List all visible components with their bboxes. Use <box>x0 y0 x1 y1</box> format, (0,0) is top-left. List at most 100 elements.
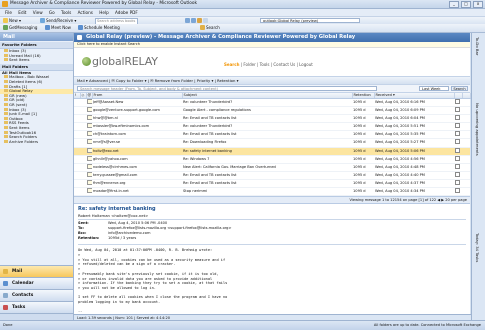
address-bar[interactable]: outlook:Global Relay (preview) <box>260 18 360 23</box>
table-row[interactable]: mosdar@first-in.net Stop nerimmi 1095 d Wed… <box>74 187 470 197</box>
minimize-button[interactable]: _ <box>449 1 459 8</box>
folder-icon[interactable] <box>197 18 202 23</box>
page-input[interactable]: 1 <box>420 198 422 202</box>
status-bar: Done All folders are up to date. Connect… <box>0 320 485 330</box>
table-row[interactable]: google@venture-support.google.com Google … <box>74 106 470 116</box>
checkbox-icon[interactable] <box>455 123 460 129</box>
checkbox-icon[interactable] <box>455 155 460 161</box>
cell-from: hhw@@bm.nl <box>92 114 182 124</box>
checkbox-icon[interactable] <box>455 107 460 113</box>
checkbox-icon[interactable] <box>455 163 460 169</box>
nav-button-mail[interactable]: Mail <box>0 265 73 277</box>
menu-actions[interactable]: Actions <box>78 9 93 16</box>
nav-buttons: Mail Calendar Contacts Tasks <box>0 265 73 321</box>
cell-from: nodeless@cirrhmes.com <box>92 163 182 172</box>
checkbox-icon[interactable] <box>455 179 460 185</box>
menu-help[interactable]: Help <box>99 9 109 16</box>
table-row[interactable]: nmr@s@ver.se Re: Downloading Firefox 1095 … <box>74 138 470 148</box>
table-row[interactable]: hhw@@bm.nl Re: Email and TB contacts list… <box>74 114 470 124</box>
table-row[interactable]: fhm@ennerve.org Re: Email and TB contacts… <box>74 179 470 189</box>
status-left: Done <box>3 323 13 327</box>
select-checkbox[interactable] <box>454 114 462 124</box>
cell-extra <box>462 155 470 164</box>
menu-edit[interactable]: Edit <box>18 9 26 16</box>
checkbox-icon[interactable] <box>455 147 460 153</box>
message-toolbar[interactable]: Mail ▾ Advanced | ✉ Copy to Folder ▾ | ✉… <box>74 76 470 85</box>
select-checkbox[interactable] <box>454 122 462 132</box>
table-row[interactable]: Jeff@Aasset.New Re: volunteer Thunderbird… <box>74 98 470 108</box>
getmessaging-button[interactable]: GetMessaging <box>3 25 37 31</box>
calendar-icon <box>3 281 8 286</box>
date-filter-select[interactable]: Last Week <box>419 86 449 91</box>
checkbox-icon[interactable] <box>455 115 460 121</box>
envelope-icon <box>86 155 92 164</box>
menu-view[interactable]: View <box>33 9 43 16</box>
select-checkbox[interactable] <box>454 155 462 164</box>
folder-icon <box>4 53 8 57</box>
search-link[interactable]: Search <box>224 62 239 67</box>
cell-received: Wed, Aug 04, 2010 4:34 PM <box>374 187 454 197</box>
cell-subject: Re: volunteer Thunderbird? <box>182 98 352 108</box>
select-checkbox[interactable] <box>454 138 462 148</box>
close-button[interactable]: x <box>473 1 483 8</box>
search-button[interactable]: Search <box>451 86 468 91</box>
select-checkbox[interactable] <box>454 187 462 197</box>
message-table: ! ◇ @ From Subject Retention Received ▾ … <box>74 93 471 197</box>
nav-header: Mail <box>0 33 73 41</box>
select-checkbox[interactable] <box>454 179 462 189</box>
select-checkbox[interactable] <box>454 163 462 172</box>
menu-go[interactable]: Go <box>49 9 55 16</box>
table-row[interactable]: terry.gussee@gmail.com Re: Email and TB c… <box>74 171 470 180</box>
cell-retention: 1095 d <box>352 187 374 197</box>
nav-links[interactable]: | Folder | Tools | Contact Us | Logout <box>241 62 313 67</box>
checkbox-icon[interactable] <box>455 188 460 194</box>
select-checkbox[interactable] <box>454 106 462 116</box>
refresh-icon[interactable] <box>203 18 208 23</box>
message-search-input[interactable]: Search message header (From, To, Subject… <box>77 86 377 91</box>
nav-button-tasks[interactable]: Tasks <box>0 301 73 313</box>
message-headers: Sent: Wed, Aug 4, 2010 5:06 PM -0400 To: s… <box>78 221 466 240</box>
schedule-meeting-button[interactable]: Schedule Meeting <box>78 25 120 31</box>
col-retention[interactable]: Retention <box>352 93 375 99</box>
todo-bar[interactable]: To-Do Bar No upcoming appointments Today… <box>471 33 485 321</box>
back-icon[interactable] <box>185 18 190 23</box>
checkbox-icon[interactable] <box>455 139 460 145</box>
checkbox-icon[interactable] <box>455 171 460 177</box>
table-row[interactable]: holtz@exo.net Re: safety internet banking… <box>74 147 470 156</box>
window-title: Message Archiver & Compliance Reviewer P… <box>10 1 197 6</box>
folder-icon <box>4 125 8 129</box>
select-checkbox[interactable] <box>454 98 462 108</box>
web-search-button[interactable]: Search <box>200 25 220 31</box>
select-checkbox[interactable] <box>454 171 462 180</box>
cell-from: terry.gussee@gmail.com <box>92 171 182 180</box>
cell-received: Wed, Aug 04, 2010 4:48 PM <box>374 163 454 172</box>
table-row[interactable]: nodeless@cirrhmes.com New Alert: Californ… <box>74 163 470 172</box>
table-row[interactable]: ch@kraintorn.com Re: Email and TB contact… <box>74 130 470 140</box>
pager: Viewing message 1 to 12154 on page [1] o… <box>74 196 470 205</box>
nav-button-calendar[interactable]: Calendar <box>0 277 73 289</box>
folder-item[interactable]: Archive Folders <box>0 139 73 145</box>
cell-subject: New Alert: California Gov. Marriage Ban … <box>182 163 352 172</box>
per-page-select[interactable]: 20 per page <box>445 198 467 202</box>
cell-retention: 1095 d <box>352 98 374 108</box>
select-checkbox[interactable] <box>454 147 462 156</box>
menu-tools[interactable]: Tools <box>61 9 71 16</box>
checkbox-icon[interactable] <box>455 99 460 104</box>
cell-received: Wed, Aug 04, 2010 5:27 PM <box>374 138 454 148</box>
folder-icon <box>4 121 8 125</box>
maximize-button[interactable]: □ <box>461 1 471 8</box>
menu-file[interactable]: File <box>5 9 12 16</box>
nav-button-contacts[interactable]: Contacts <box>0 289 73 301</box>
envelope-icon <box>86 138 92 148</box>
menu-adobe-pdf[interactable]: Adobe PDF <box>115 9 138 16</box>
select-checkbox[interactable] <box>454 130 462 140</box>
cell-subject: Re: Email and TB contacts list <box>182 179 352 189</box>
favorite-sent-items[interactable]: Sent Items <box>0 57 73 63</box>
cell-subject: Re: Windows 7 <box>182 155 352 164</box>
cell-retention: 1095 d <box>352 130 374 140</box>
table-row[interactable]: mtassler@bw.eftminomics.com Re: volunteer… <box>74 122 470 132</box>
meet-now-button[interactable]: Meet Now <box>45 25 71 31</box>
forward-icon[interactable] <box>191 18 196 23</box>
checkbox-icon[interactable] <box>455 131 460 137</box>
table-row[interactable]: glhnllr@yahoo.com Re: Windows 7 1095 d Wed,… <box>74 155 470 164</box>
